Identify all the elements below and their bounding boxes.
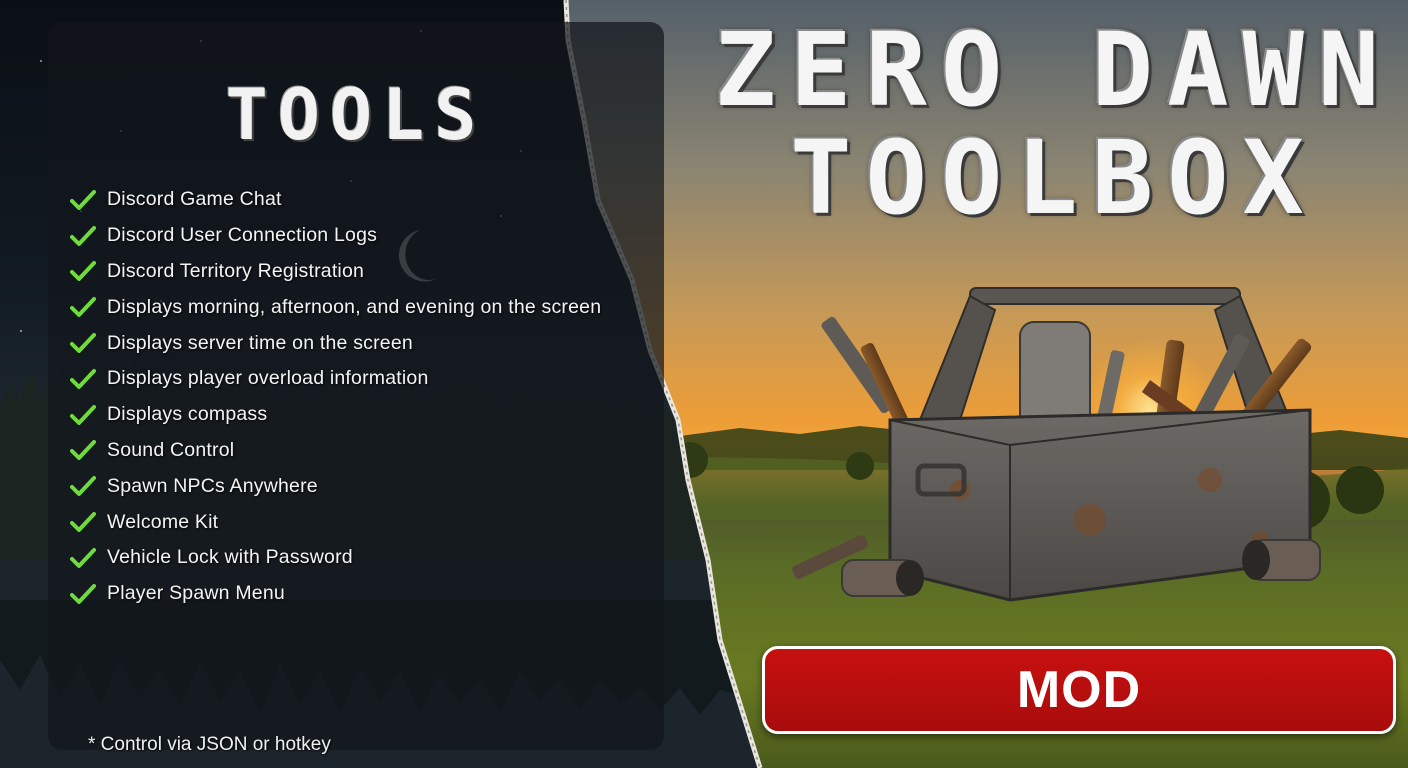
list-item-label: Sound Control — [107, 438, 235, 461]
list-item: Displays compass — [70, 397, 601, 433]
list-item-label: Welcome Kit — [107, 510, 219, 533]
panel-title: TOOLS — [225, 74, 487, 156]
list-item: Displays player overload information — [70, 361, 601, 397]
list-item-label: Discord User Connection Logs — [107, 224, 378, 247]
check-icon — [70, 225, 96, 246]
list-item-label: Discord Game Chat — [107, 188, 282, 211]
list-item: Discord Game Chat — [70, 182, 601, 218]
check-icon — [70, 404, 96, 425]
check-icon — [70, 440, 96, 461]
footnote: * Control via JSON or hotkey — [88, 734, 331, 755]
toolbox-icon — [792, 287, 1321, 602]
list-item: Displays server time on the screen — [70, 325, 601, 361]
hero-title: ZERO DAWN TOOLBOX — [700, 20, 1408, 230]
check-icon — [70, 583, 96, 604]
list-item-label: Player Spawn Menu — [107, 582, 285, 605]
list-item: Spawn NPCs Anywhere — [70, 468, 601, 504]
check-icon — [70, 547, 96, 568]
list-item: Displays morning, afternoon, and evening… — [70, 289, 601, 325]
check-icon — [70, 189, 96, 210]
check-icon — [70, 512, 96, 533]
list-item-label: Discord Territory Registration — [107, 259, 365, 282]
check-icon — [70, 476, 96, 497]
check-icon — [70, 261, 96, 282]
list-item-label: Spawn NPCs Anywhere — [107, 474, 318, 497]
hero-title-line2: TOOLBOX — [790, 119, 1318, 238]
list-item-label: Displays server time on the screen — [107, 331, 413, 354]
hero-title-line1: ZERO DAWN — [714, 11, 1394, 130]
list-item-label: Displays morning, afternoon, and evening… — [107, 295, 602, 318]
list-item: Vehicle Lock with Password — [70, 540, 601, 576]
list-item: Sound Control — [70, 433, 601, 469]
tools-panel: TOOLS Discord Game Chat Discord User Con… — [48, 22, 664, 755]
list-item-label: Vehicle Lock with Password — [107, 546, 353, 569]
list-item: Discord Territory Registration — [70, 254, 601, 290]
list-item: Welcome Kit — [70, 504, 601, 540]
check-icon — [70, 297, 96, 318]
list-item: Discord User Connection Logs — [70, 218, 601, 254]
list-item-label: Displays compass — [107, 403, 268, 426]
list-item-label: Displays player overload information — [107, 367, 429, 390]
list-item: Player Spawn Menu — [70, 576, 601, 612]
tools-list: Discord Game Chat Discord User Connectio… — [70, 182, 601, 612]
check-icon — [70, 368, 96, 389]
mod-button[interactable]: MOD — [762, 646, 1396, 734]
check-icon — [70, 333, 96, 354]
